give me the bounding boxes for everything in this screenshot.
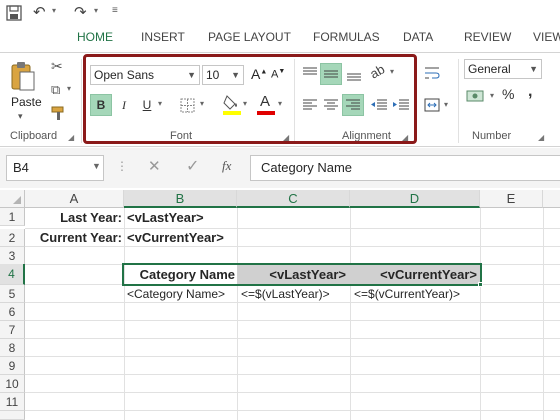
row-header-7[interactable]: 7 <box>0 321 25 339</box>
column-header-d[interactable]: D <box>350 190 480 208</box>
merge-dropdown-icon[interactable]: ▾ <box>444 100 448 109</box>
name-box-dropdown-icon[interactable]: ▼ <box>92 161 101 171</box>
redo-icon[interactable]: ↷ <box>74 3 87 21</box>
comma-style-button[interactable]: , <box>528 83 532 101</box>
percent-style-button[interactable]: % <box>502 86 514 102</box>
gridline <box>350 208 351 420</box>
save-icon[interactable] <box>6 5 22 21</box>
formula-bar-grip-icon: ⋮ <box>116 159 128 173</box>
cell-d5[interactable]: <=$(vCurrentYear)> <box>354 285 478 303</box>
paste-dropdown-icon[interactable]: ▾ <box>18 111 23 122</box>
gridline <box>480 208 481 420</box>
copy-dropdown-icon[interactable]: ▾ <box>67 84 71 93</box>
undo-dropdown-icon[interactable]: ▾ <box>52 6 56 15</box>
column-header-a[interactable]: A <box>25 190 124 208</box>
accounting-dropdown-icon[interactable]: ▾ <box>490 91 494 100</box>
cell-b1[interactable]: <vLastYear> <box>127 209 235 227</box>
insert-function-button[interactable]: fx <box>222 158 231 174</box>
customize-toolbar-icon[interactable]: ≡ <box>112 5 118 16</box>
row-header-5[interactable]: 5 <box>0 285 25 303</box>
row-header-11[interactable]: 11 <box>0 393 25 411</box>
number-launcher-icon[interactable]: ◢ <box>538 133 544 142</box>
highlight-box <box>83 54 417 144</box>
tab-home[interactable]: HOME <box>77 30 113 44</box>
row-header-8[interactable]: 8 <box>0 339 25 357</box>
name-box[interactable]: B4 <box>6 155 104 181</box>
cell-c5[interactable]: <=$(vLastYear)> <box>241 285 349 303</box>
cut-icon[interactable]: ✂ <box>51 58 63 75</box>
tab-page-layout[interactable]: PAGE LAYOUT <box>208 30 291 44</box>
wrap-text-icon[interactable] <box>424 65 440 81</box>
row-header-6[interactable]: 6 <box>0 303 25 321</box>
row-header-9[interactable]: 9 <box>0 357 25 375</box>
undo-icon[interactable]: ↶ <box>33 3 46 21</box>
number-format-value: General <box>468 62 511 76</box>
cell-a1[interactable]: Last Year: <box>25 209 122 227</box>
cell-b2[interactable]: <vCurrentYear> <box>127 229 235 247</box>
accounting-format-icon[interactable] <box>466 88 486 104</box>
column-header-f[interactable] <box>543 190 560 208</box>
quick-access-toolbar: ↶ ▾ ↷ ▾ ≡ <box>0 0 560 26</box>
gridline <box>124 208 125 420</box>
number-format-combo[interactable]: General ▼ <box>464 59 542 79</box>
format-painter-icon[interactable] <box>51 105 67 121</box>
column-header-e[interactable]: E <box>480 190 543 208</box>
clipboard-launcher-icon[interactable]: ◢ <box>68 133 74 142</box>
cell-b5[interactable]: <Category Name> <box>127 285 237 303</box>
tab-data[interactable]: DATA <box>403 30 433 44</box>
select-all-corner[interactable] <box>0 190 25 208</box>
tab-formulas[interactable]: FORMULAS <box>313 30 380 44</box>
row-header-1[interactable]: 1 <box>0 208 25 226</box>
column-header-b[interactable]: B <box>124 190 237 208</box>
chevron-down-icon: ▼ <box>529 64 538 74</box>
row-header-12[interactable] <box>0 411 25 420</box>
row-header-4[interactable]: 4 <box>0 264 25 285</box>
ribbon-tab-bar: HOME INSERT PAGE LAYOUT FORMULAS DATA RE… <box>0 26 560 52</box>
row-header-10[interactable]: 10 <box>0 375 25 393</box>
number-group-label: Number <box>472 130 512 142</box>
group-separator <box>458 59 459 143</box>
paste-icon[interactable] <box>10 61 36 93</box>
paste-label[interactable]: Paste <box>11 95 42 109</box>
redo-dropdown-icon[interactable]: ▾ <box>94 6 98 15</box>
gridline <box>543 208 544 420</box>
tab-view[interactable]: VIEW <box>533 30 560 44</box>
row-header-2[interactable]: 2 <box>0 229 25 247</box>
tab-insert[interactable]: INSERT <box>141 30 185 44</box>
row-header-3[interactable]: 3 <box>0 247 25 265</box>
tab-review[interactable]: REVIEW <box>464 30 511 44</box>
clipboard-group-label: Clipboard <box>10 130 58 142</box>
enter-icon[interactable]: ✓ <box>186 156 199 176</box>
fill-handle[interactable] <box>478 282 483 287</box>
gridline <box>237 208 238 420</box>
group-separator <box>81 59 82 143</box>
cell-a2[interactable]: Current Year: <box>25 229 122 247</box>
selection-range <box>122 263 482 286</box>
formula-input[interactable]: Category Name <box>250 155 560 181</box>
merge-center-icon[interactable] <box>424 97 440 113</box>
copy-icon[interactable]: ⧉ <box>51 82 60 98</box>
select-all-triangle-icon <box>13 196 21 204</box>
cancel-icon[interactable]: ✕ <box>148 157 161 175</box>
column-header-c[interactable]: C <box>237 190 350 208</box>
